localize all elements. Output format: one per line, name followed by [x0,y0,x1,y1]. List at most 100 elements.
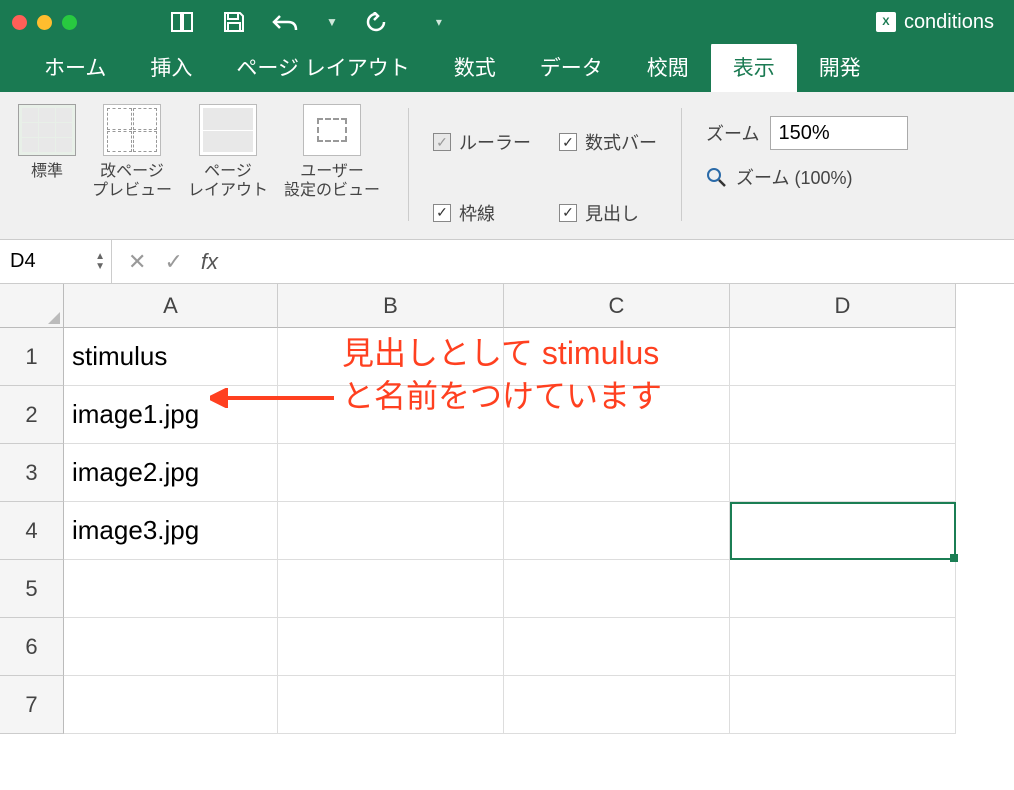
cell-A4[interactable]: image3.jpg [64,502,278,560]
cell-B3[interactable] [278,444,504,502]
row-headers: 1 2 3 4 5 6 7 [0,328,64,734]
zoom-reset-button[interactable]: ズーム (100%) [706,164,907,190]
cell-C6[interactable] [504,618,730,676]
custom-view-icon [303,104,361,156]
cell-A5[interactable] [64,560,278,618]
column-header-C[interactable]: C [504,284,730,328]
view-pagelayout-label: ページ レイアウト [188,162,268,200]
namebox-dropdown-icon[interactable]: ▲▼ [95,252,105,272]
pagelayout-view-icon [199,104,257,156]
cell-C5[interactable] [504,560,730,618]
cell-D5[interactable] [730,560,956,618]
cell-D3[interactable] [730,444,956,502]
magnifier-icon [706,167,726,187]
cell-A7[interactable] [64,676,278,734]
cell-D7[interactable] [730,676,956,734]
tab-data[interactable]: データ [518,42,625,92]
cell-B5[interactable] [278,560,504,618]
workbook-views-group: 標準 改ページ プレビュー ページ レイアウト ユーザー 設定のビュー [14,100,384,239]
row-header-2[interactable]: 2 [0,386,64,444]
view-custom-button[interactable]: ユーザー 設定のビュー [280,100,384,239]
close-window-button[interactable] [12,15,27,30]
cell-D4-selected[interactable] [730,502,956,560]
show-group: ✓ルーラー ✓数式バー ✓枠線 ✓見出し [433,100,657,239]
row-header-4[interactable]: 4 [0,502,64,560]
name-box[interactable]: D4 ▲▼ [0,240,112,284]
annotation-text: 見出しとして stimulus と名前をつけています [342,332,662,418]
view-pagebreak-button[interactable]: 改ページ プレビュー [88,100,176,239]
cell-D6[interactable] [730,618,956,676]
autosave-icon[interactable] [170,11,196,33]
enter-icon[interactable]: ✓ [164,249,182,275]
select-all-corner[interactable] [0,284,64,328]
column-headers: A B C D [64,284,956,328]
cell-A6[interactable] [64,618,278,676]
ruler-label: ルーラー [459,129,531,155]
tab-developer[interactable]: 開発 [797,42,883,92]
ribbon-tabs: ホーム 挿入 ページ レイアウト 数式 データ 校閲 表示 開発 [0,44,1014,92]
zoom-input[interactable] [770,116,908,150]
row-header-7[interactable]: 7 [0,676,64,734]
tab-formulas[interactable]: 数式 [432,42,518,92]
cell-B7[interactable] [278,676,504,734]
row-header-3[interactable]: 3 [0,444,64,502]
cell-C7[interactable] [504,676,730,734]
view-pagebreak-label: 改ページ プレビュー [92,162,172,200]
annotation-line1: 見出しとして stimulus [342,332,662,375]
cell-D2[interactable] [730,386,956,444]
view-pagelayout-button[interactable]: ページ レイアウト [184,100,272,239]
zoom-reset-label: ズーム (100%) [736,164,853,190]
headings-checkbox[interactable]: ✓見出し [559,187,657,240]
tab-home[interactable]: ホーム [22,42,128,92]
pagebreak-view-icon [103,104,161,156]
formula-input[interactable] [234,240,1014,283]
qat-customize-icon[interactable]: ▾ [436,15,442,29]
save-icon[interactable] [222,10,246,34]
annotation-line2: と名前をつけています [342,375,662,418]
tab-page-layout[interactable]: ページ レイアウト [214,42,431,92]
annotation-arrow [210,388,338,408]
gridlines-label: 枠線 [459,200,495,226]
formulabar-checkbox[interactable]: ✓数式バー [559,116,657,169]
undo-icon[interactable] [272,12,300,32]
headings-label: 見出し [585,200,639,226]
title-bar: ▼ ▾ X conditions [0,0,1014,44]
cell-D1[interactable] [730,328,956,386]
row-header-5[interactable]: 5 [0,560,64,618]
column-header-D[interactable]: D [730,284,956,328]
window-controls [12,15,77,30]
column-header-A[interactable]: A [64,284,278,328]
undo-dropdown-icon[interactable]: ▼ [326,15,338,29]
document-filename: conditions [904,11,994,34]
view-normal-button[interactable]: 標準 [14,100,80,239]
cell-A3[interactable]: image2.jpg [64,444,278,502]
cell-C3[interactable] [504,444,730,502]
zoom-window-button[interactable] [62,15,77,30]
excel-file-icon: X [876,12,896,32]
ribbon-separator [408,108,409,221]
zoom-label: ズーム [706,120,759,146]
cell-B4[interactable] [278,502,504,560]
tab-insert[interactable]: 挿入 [128,42,214,92]
ruler-checkbox[interactable]: ✓ルーラー [433,116,531,169]
cancel-icon[interactable]: ✕ [128,249,146,275]
row-header-6[interactable]: 6 [0,618,64,676]
redo-icon[interactable] [364,12,388,32]
gridlines-checkbox[interactable]: ✓枠線 [433,187,531,240]
row-header-1[interactable]: 1 [0,328,64,386]
view-normal-label: 標準 [31,162,63,181]
ribbon-panel: 標準 改ページ プレビュー ページ レイアウト ユーザー 設定のビュー ✓ルーラ… [0,92,1014,240]
column-header-B[interactable]: B [278,284,504,328]
fx-icon[interactable]: fx [201,249,218,275]
view-custom-label: ユーザー 設定のビュー [284,162,380,200]
normal-view-icon [18,104,76,156]
tab-review[interactable]: 校閲 [625,42,711,92]
document-title-area: X conditions [876,11,994,34]
minimize-window-button[interactable] [37,15,52,30]
cell-B6[interactable] [278,618,504,676]
zoom-group: ズーム ズーム (100%) [706,100,907,239]
cell-C4[interactable] [504,502,730,560]
tab-view[interactable]: 表示 [711,42,797,92]
cell-A1[interactable]: stimulus [64,328,278,386]
formula-bar: D4 ▲▼ ✕ ✓ fx [0,240,1014,284]
